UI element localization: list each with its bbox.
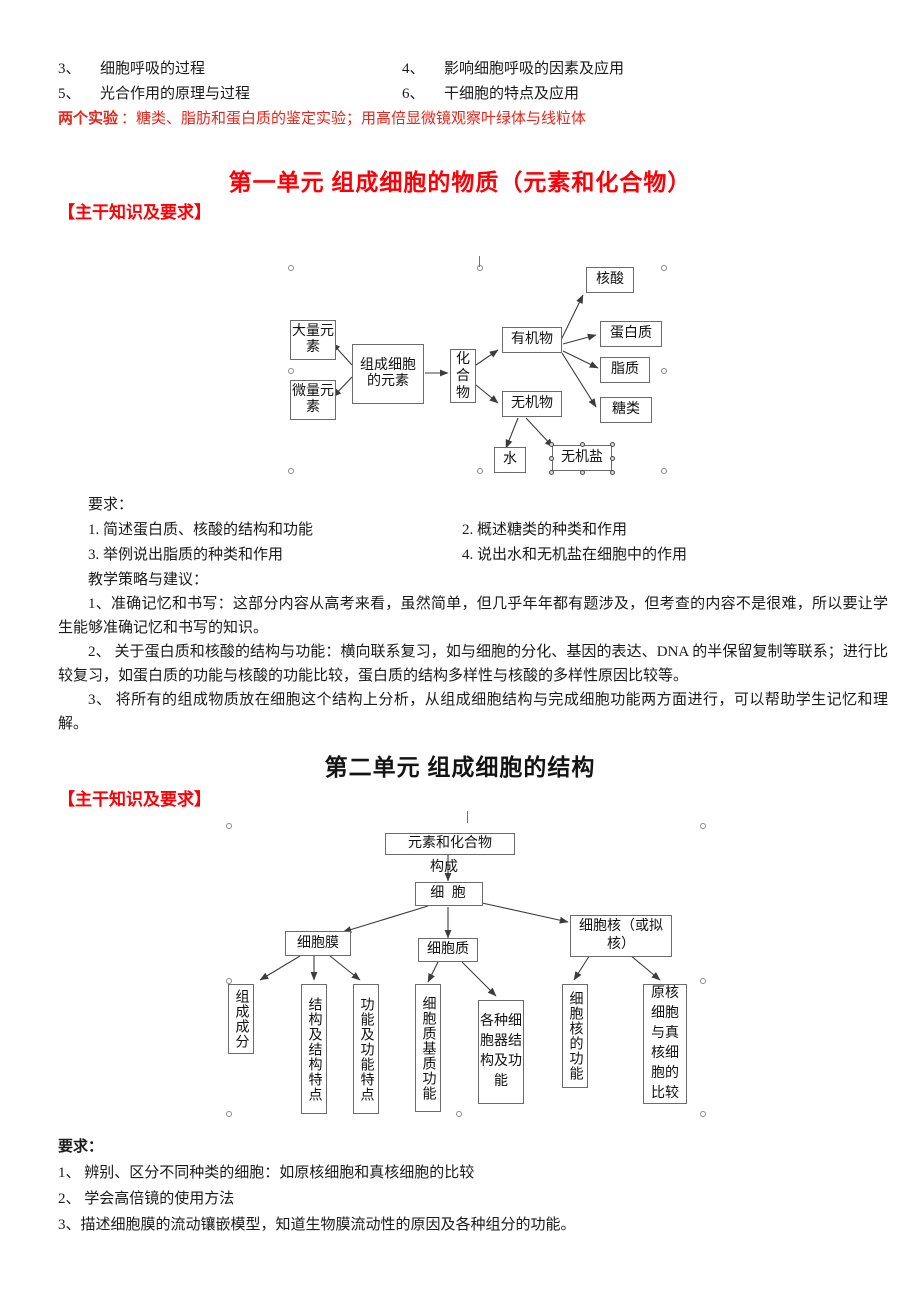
node-water: 水: [494, 447, 526, 473]
unit1-diagram: 大量元素 微量元素 组成细胞的元素 化合物 有机物 无机物 核酸 蛋白质 脂质 …: [270, 255, 690, 485]
node-label: 细胞核的功能: [567, 991, 583, 1081]
node-protein: 蛋白质: [600, 321, 662, 347]
unit2-title: 第二单元 组成细胞的结构: [324, 755, 596, 780]
node-label: 水: [503, 452, 517, 467]
node-inorganic-salt[interactable]: 无机盐: [549, 442, 615, 475]
unit1-section-head: 【主干知识及要求】: [58, 203, 211, 222]
unit1-strategy-3: 3、 将所有的组成物质放在细胞这个结构上分析，从组成细胞结构与完成细胞功能两方面…: [58, 692, 888, 732]
leaf-organelle-structure-function: 各种细胞器结构及功能: [478, 1000, 524, 1104]
unit1-strategy-label: 教学策略与建议：: [88, 572, 209, 588]
edge-label-constitute: 构成: [430, 860, 458, 875]
node-label: 细胞质基质功能: [420, 995, 436, 1101]
node-label: 无机盐: [561, 450, 603, 465]
node-lipid: 脂质: [600, 357, 650, 383]
resize-handle[interactable]: [549, 456, 554, 461]
unit2-diagram: 元素和化合物 构成 细 胞 细胞膜 细胞质 细胞核（或拟核） 组成成分 结构及结…: [200, 810, 720, 1130]
node-label: 细 胞: [430, 886, 468, 901]
leaf-structure-features: 结构及结构特点: [301, 984, 327, 1114]
node-cell-elements: 组成细胞的元素: [352, 344, 424, 404]
unit2-requirement-2: 2、 学会高倍镜的使用方法: [58, 1191, 235, 1207]
node-label: 蛋白质: [610, 326, 652, 341]
resize-handle[interactable]: [549, 470, 554, 475]
unit1-title: 第一单元 组成细胞的物质（元素和化合物）: [228, 170, 692, 195]
node-macro-elements: 大量元素: [290, 320, 336, 360]
resize-handle[interactable]: [610, 470, 615, 475]
node-label: 化合物: [456, 351, 470, 401]
list-item-num-6: 6、: [402, 86, 425, 102]
list-item-text-3: 细胞呼吸的过程: [100, 61, 206, 77]
list-item-num-4: 4、: [402, 61, 425, 77]
node-elements-and-compounds: 元素和化合物: [385, 833, 515, 855]
node-micro-elements: 微量元素: [290, 380, 336, 420]
unit1-requirement-1: 1. 简述蛋白质、核酸的结构和功能: [88, 522, 314, 538]
node-label: 组成细胞的元素: [360, 358, 416, 389]
node-nucleic-acid: 核酸: [586, 267, 634, 293]
list-item-num-3: 3、: [58, 61, 81, 77]
node-inorganic: 无机物: [502, 391, 562, 417]
leaf-nucleus-function: 细胞核的功能: [562, 984, 588, 1088]
resize-handle[interactable]: [580, 442, 585, 447]
document-page: 3、 细胞呼吸的过程 4、 影响细胞呼吸的因素及应用 5、 光合作用的原理与过程…: [0, 0, 920, 1302]
node-label: 有机物: [511, 332, 553, 347]
node-label: 无机物: [511, 396, 553, 411]
experiments-text: ：糖类、脂肪和蛋白质的鉴定实验；用高倍显微镜观察叶绿体与线粒体: [121, 111, 587, 127]
resize-handle[interactable]: [549, 442, 554, 447]
node-label: 微量元素: [292, 384, 334, 415]
resize-handle[interactable]: [610, 456, 615, 461]
node-cytoplasm: 细胞质: [418, 938, 478, 962]
list-item-text-5: 光合作用的原理与过程: [100, 86, 251, 102]
node-label: 大量元素: [292, 324, 334, 355]
leaf-prokaryote-eukaryote-comparison: 原核细胞与真核细胞的比较: [643, 984, 687, 1104]
unit2-requirement-3: 3、描述细胞膜的流动镶嵌模型，知道生物膜流动性的原因及各种组分的功能。: [58, 1217, 576, 1233]
unit2-requirement-1: 1、 辨别、区分不同种类的细胞：如原核细胞和真核细胞的比较: [58, 1165, 475, 1181]
node-label: 各种细胞器结构及功能: [480, 1014, 522, 1089]
leaf-cytoplasm-matrix-function: 细胞质基质功能: [415, 984, 441, 1112]
resize-handle[interactable]: [610, 442, 615, 447]
leaf-composition: 组成成分: [228, 984, 254, 1054]
unit1-strategy-1: 1、准确记忆和书写：这部分内容从高考来看，虽然简单，但几乎年年都有题涉及，但考查…: [58, 596, 888, 636]
node-organic: 有机物: [502, 327, 562, 353]
node-label: 功能及功能特点: [358, 996, 374, 1102]
node-label: 细胞核（或拟核）: [579, 919, 663, 952]
unit1-requirements-label: 要求：: [88, 497, 134, 513]
unit1-requirement-2: 2. 概述糖类的种类和作用: [462, 522, 628, 538]
unit1-strategy-2: 2、 关于蛋白质和核酸的结构与功能：横向联系复习，如与细胞的分化、基因的表达、D…: [58, 644, 888, 684]
list-item-text-4: 影响细胞呼吸的因素及应用: [444, 61, 625, 77]
node-cell-membrane: 细胞膜: [285, 931, 351, 956]
experiments-label: 两个实验: [58, 111, 119, 127]
node-label: 组成成分: [233, 989, 249, 1049]
node-cell: 细 胞: [415, 882, 483, 906]
leaf-function-features: 功能及功能特点: [353, 984, 379, 1114]
list-item-text-6: 干细胞的特点及应用: [444, 86, 580, 102]
resize-handle[interactable]: [580, 470, 585, 475]
list-item-num-5: 5、: [58, 86, 81, 102]
unit1-requirement-3: 3. 举例说出脂质的种类和作用: [88, 547, 284, 563]
node-compound: 化合物: [450, 349, 476, 403]
node-label: 结构及结构特点: [306, 996, 322, 1102]
unit2-connectors: [259, 852, 661, 997]
node-label: 糖类: [612, 402, 640, 417]
unit2-section-head: 【主干知识及要求】: [58, 790, 211, 809]
node-label: 元素和化合物: [408, 836, 492, 851]
unit1-requirement-4: 4. 说出水和无机盐在细胞中的作用: [462, 547, 688, 563]
node-sugar: 糖类: [600, 397, 652, 423]
node-label: 核酸: [596, 272, 624, 287]
node-label: 细胞质: [427, 942, 469, 957]
node-nucleus: 细胞核（或拟核）: [570, 915, 672, 957]
node-label: 脂质: [611, 362, 639, 377]
unit2-requirements-label: 要求：: [58, 1139, 104, 1155]
node-label: 细胞膜: [297, 935, 339, 951]
node-label: 原核细胞与真核细胞的比较: [651, 986, 679, 1101]
